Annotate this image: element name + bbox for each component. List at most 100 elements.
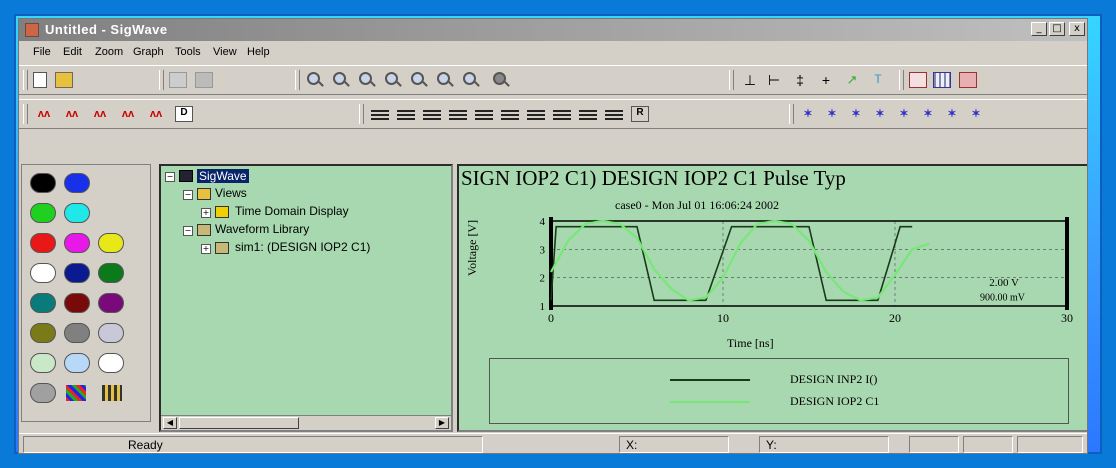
line-width-10-icon[interactable] bbox=[605, 110, 623, 120]
tree-item-waveform-library[interactable]: Waveform Library bbox=[215, 222, 309, 236]
color-swatch[interactable] bbox=[30, 173, 56, 193]
menu-graph[interactable]: Graph bbox=[133, 46, 164, 58]
color-swatch[interactable] bbox=[64, 323, 90, 343]
expand-toggle[interactable]: + bbox=[201, 244, 211, 254]
cursor-icon[interactable]: ⊥ bbox=[741, 72, 759, 88]
color-swatch[interactable] bbox=[98, 233, 124, 253]
tree-root-sigwave[interactable]: SigWave bbox=[197, 169, 249, 183]
menu-tools[interactable]: Tools bbox=[175, 46, 201, 58]
line-width-5-icon[interactable] bbox=[475, 110, 493, 120]
marker-style-1-icon[interactable]: ✶ bbox=[799, 106, 817, 122]
color-swatch[interactable] bbox=[30, 203, 56, 223]
marker-horiz-icon[interactable]: + bbox=[817, 72, 835, 88]
wave-style-3-icon[interactable]: ᴧᴧ bbox=[91, 106, 109, 122]
marker-style-3-icon[interactable]: ✶ bbox=[847, 106, 865, 122]
wave-style-2-icon[interactable]: ᴧᴧ bbox=[63, 106, 81, 122]
toolbar-grip[interactable] bbox=[23, 104, 28, 124]
title-bar[interactable]: Untitled - SigWave _ □ x bbox=[19, 19, 1087, 41]
marker-style-5-icon[interactable]: ✶ bbox=[895, 106, 913, 122]
menu-file[interactable]: File bbox=[33, 46, 51, 58]
marker-style-8-icon[interactable]: ✶ bbox=[967, 106, 985, 122]
tree-item-sim1[interactable]: sim1: (DESIGN IOP2 C1) bbox=[235, 240, 370, 254]
tree-item-time-domain-display[interactable]: Time Domain Display bbox=[235, 204, 349, 218]
close-button[interactable]: x bbox=[1069, 22, 1085, 36]
wave-style-1-icon[interactable]: ᴧᴧ bbox=[35, 106, 53, 122]
line-width-6-icon[interactable] bbox=[501, 110, 519, 120]
line-width-8-icon[interactable] bbox=[553, 110, 571, 120]
zoom-out-icon[interactable] bbox=[333, 72, 346, 85]
zoom-area-icon[interactable] bbox=[437, 72, 450, 85]
color-swatch[interactable] bbox=[64, 263, 90, 283]
waveform-view-icon[interactable] bbox=[909, 72, 927, 88]
zoom-in-icon[interactable] bbox=[307, 72, 320, 85]
histogram-view-icon[interactable] bbox=[959, 72, 977, 88]
toolbar-grip[interactable] bbox=[159, 70, 164, 90]
line-width-2-icon[interactable] bbox=[397, 110, 415, 120]
tree-item-views[interactable]: Views bbox=[215, 186, 247, 200]
color-swatch[interactable] bbox=[64, 293, 90, 313]
toolbar-grip[interactable] bbox=[899, 70, 904, 90]
menu-help[interactable]: Help bbox=[247, 46, 270, 58]
marker-style-7-icon[interactable]: ✶ bbox=[943, 106, 961, 122]
marker-style-2-icon[interactable]: ✶ bbox=[823, 106, 841, 122]
wave-style-5-icon[interactable]: ᴧᴧ bbox=[147, 106, 165, 122]
zoom-fit-icon[interactable] bbox=[411, 72, 424, 85]
expand-toggle[interactable]: + bbox=[201, 208, 211, 218]
toolbar-grip[interactable] bbox=[295, 70, 300, 90]
color-swatch[interactable] bbox=[98, 293, 124, 313]
color-swatch[interactable] bbox=[98, 263, 124, 283]
collapse-toggle[interactable]: − bbox=[183, 190, 193, 200]
color-swatch[interactable] bbox=[64, 233, 90, 253]
marker-left-icon[interactable]: ⊢ bbox=[765, 72, 783, 88]
line-width-9-icon[interactable] bbox=[579, 110, 597, 120]
color-swatch[interactable] bbox=[30, 353, 56, 373]
zoom-prev-icon[interactable] bbox=[463, 72, 476, 85]
zoom-y-icon[interactable] bbox=[385, 72, 398, 85]
marker-vert-icon[interactable]: ‡ bbox=[791, 72, 809, 88]
slope-icon[interactable]: ↗ bbox=[843, 72, 861, 88]
toolbar-grip[interactable] bbox=[359, 104, 364, 124]
collapse-toggle[interactable]: − bbox=[165, 172, 175, 182]
table-view-icon[interactable] bbox=[933, 72, 951, 88]
maximize-button[interactable]: □ bbox=[1049, 22, 1065, 36]
digital-icon[interactable]: D bbox=[175, 106, 193, 122]
new-file-icon[interactable] bbox=[33, 72, 47, 88]
color-swatch[interactable] bbox=[98, 323, 124, 343]
toolbar-grip[interactable] bbox=[789, 104, 794, 124]
custom-color-icon[interactable] bbox=[66, 385, 86, 401]
marker-style-6-icon[interactable]: ✶ bbox=[919, 106, 937, 122]
color-swatch[interactable] bbox=[30, 293, 56, 313]
toolbar-grip[interactable] bbox=[23, 70, 28, 90]
scroll-right-button[interactable]: ▶ bbox=[435, 417, 449, 429]
toolbar-grip[interactable] bbox=[729, 70, 734, 90]
menu-zoom[interactable]: Zoom bbox=[95, 46, 123, 58]
color-swatch[interactable] bbox=[64, 203, 90, 223]
scroll-left-button[interactable]: ◀ bbox=[163, 417, 177, 429]
line-width-7-icon[interactable] bbox=[527, 110, 545, 120]
zoom-x-icon[interactable] bbox=[359, 72, 372, 85]
color-swatch[interactable] bbox=[30, 323, 56, 343]
horizontal-scrollbar[interactable]: ◀ ▶ bbox=[161, 415, 451, 430]
color-swatch[interactable] bbox=[30, 263, 56, 283]
minimize-button[interactable]: _ bbox=[1031, 22, 1047, 36]
marker-style-4-icon[interactable]: ✶ bbox=[871, 106, 889, 122]
waveform-plot[interactable]: SIGN IOP2 C1) DESIGN IOP2 C1 Pulse Typ c… bbox=[457, 164, 1087, 432]
color-swatch[interactable] bbox=[30, 383, 56, 403]
legend-toggle-icon[interactable]: R bbox=[631, 106, 649, 122]
text-tool-icon[interactable]: T bbox=[869, 72, 887, 88]
menu-view[interactable]: View bbox=[213, 46, 237, 58]
line-width-1-icon[interactable] bbox=[371, 110, 389, 120]
color-swatch[interactable] bbox=[64, 353, 90, 373]
wave-style-4-icon[interactable]: ᴧᴧ bbox=[119, 106, 137, 122]
color-swatch[interactable] bbox=[98, 353, 124, 373]
line-width-3-icon[interactable] bbox=[423, 110, 441, 120]
open-folder-icon[interactable] bbox=[55, 72, 73, 88]
collapse-toggle[interactable]: − bbox=[183, 226, 193, 236]
menu-edit[interactable]: Edit bbox=[63, 46, 82, 58]
scroll-thumb[interactable] bbox=[179, 417, 299, 429]
pattern-icon[interactable] bbox=[102, 385, 122, 401]
color-swatch[interactable] bbox=[64, 173, 90, 193]
copy-icon[interactable] bbox=[169, 72, 187, 88]
zoom-full-icon[interactable] bbox=[493, 72, 506, 85]
color-swatch[interactable] bbox=[30, 233, 56, 253]
